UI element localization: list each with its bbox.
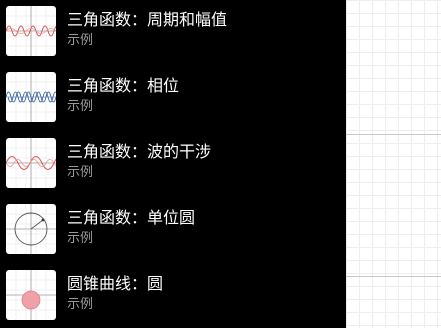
item-title: 三角函数：波的干涉: [67, 142, 212, 161]
example-item-period-amplitude[interactable]: 三角函数：周期和幅值 示例: [0, 4, 346, 64]
graph-axis-line: [346, 276, 441, 277]
interference-wave-thumbnail-icon: [6, 138, 56, 188]
circle-conic-thumbnail-icon: [6, 270, 56, 320]
item-subtitle: 示例: [67, 165, 94, 180]
item-title: 三角函数：单位圆: [67, 208, 196, 227]
example-item-phase[interactable]: 三角函数：相位 示例: [0, 70, 346, 130]
item-subtitle: 示例: [67, 231, 94, 246]
unit-circle-thumbnail-icon: [6, 204, 56, 254]
example-item-conic-circle[interactable]: 圆锥曲线：圆 示例: [0, 268, 346, 328]
item-title: 圆锥曲线：圆: [67, 274, 164, 293]
graph-axis-line: [346, 134, 441, 135]
example-item-interference[interactable]: 三角函数：波的干涉 示例: [0, 136, 346, 196]
example-item-unit-circle[interactable]: 三角函数：单位圆 示例: [0, 202, 346, 262]
app-screen: 三角函数：周期和幅值 示例 三角函数：相位 示例 三角函数：波的干涉 示例 三角…: [0, 0, 441, 328]
item-title: 三角函数：相位: [67, 76, 180, 95]
item-title: 三角函数：周期和幅值: [67, 10, 228, 29]
item-subtitle: 示例: [67, 33, 94, 48]
graph-canvas[interactable]: [346, 0, 441, 328]
examples-drawer: 三角函数：周期和幅值 示例 三角函数：相位 示例 三角函数：波的干涉 示例 三角…: [0, 0, 346, 328]
sine-wave-thumbnail-icon: [6, 6, 56, 56]
item-subtitle: 示例: [67, 297, 94, 312]
item-subtitle: 示例: [67, 99, 94, 114]
phase-wave-thumbnail-icon: [6, 72, 56, 122]
